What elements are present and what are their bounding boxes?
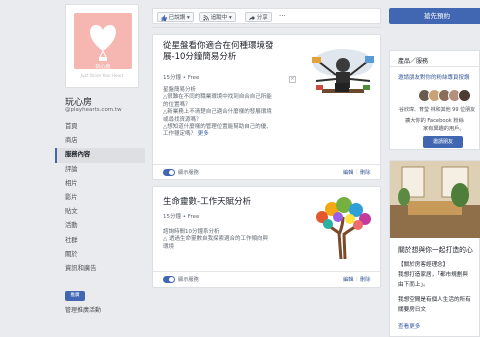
rss-feed-icon — [203, 14, 209, 21]
nav-item-events[interactable]: 活動 — [55, 219, 145, 233]
see-more-link[interactable]: 查看更多 — [398, 322, 420, 330]
edit-service-link[interactable]: 編輯 — [343, 276, 353, 283]
nav-item-shop[interactable]: 商店 — [55, 134, 145, 148]
nav-item-home[interactable]: 首頁 — [55, 120, 145, 134]
page-logo: 玩心房 — [74, 13, 132, 70]
description-line-last: 工作穩定嗎？ 更多 — [163, 131, 272, 138]
logo-tagline: Just Share Your Heart — [80, 73, 124, 78]
about-headline: 關於想與你一起打造的心 — [398, 246, 473, 254]
service-title[interactable]: 生命靈數-工作天賦分析 — [163, 197, 251, 208]
service-card: 生命靈數-工作天賦分析 15分鐘 • Free 諮詢時間10分鐘系分析 △ 透過… — [152, 186, 381, 288]
about-card: 關於想與你一起打造的心 【關於房客經理念】 我想打造家居，「都市規劃與 由下而上… — [389, 160, 480, 337]
chevron-down-icon: ▾ — [229, 15, 232, 21]
nav-item-info-and-ads[interactable]: 資訊和廣告 — [55, 262, 145, 276]
heart-balloon-icon — [90, 25, 116, 61]
grow-audience-text: 擴大你的 Facebook 粉絲 — [405, 118, 464, 124]
close-icon[interactable]: × — [289, 76, 296, 83]
divider — [153, 271, 380, 272]
service-description: 星盤簡易分析 △很難在不同的職業環境中找到自合自己所能 的位置嗎？ △新業務上不… — [163, 87, 272, 139]
page-action-bar: 已說讚 ▾ 追蹤中 ▾ 分享 ··· — [152, 8, 381, 24]
delete-service-link[interactable]: 刪除 — [360, 169, 370, 176]
friends-who-like-text: 谷欣瑋、育瑩 林和其他 99 位朋友 — [399, 107, 476, 113]
divider — [390, 66, 479, 67]
liked-button[interactable]: 已說讚 ▾ — [157, 12, 194, 22]
page-profile-picture[interactable]: 玩心房 Just Share Your Heart — [65, 4, 139, 88]
office-worker-illustration — [308, 43, 378, 113]
edit-service-link[interactable]: 編輯 — [343, 169, 353, 176]
about-text-line: 由下而上」。 — [398, 282, 429, 288]
show-service-label: 顯示服務 — [178, 277, 199, 283]
following-button-label: 追蹤中 — [210, 15, 228, 21]
delete-service-link[interactable]: 刪除 — [360, 276, 370, 283]
community-card: 產品／服務 邀請朋友對你的粉絲專頁按讚 谷欣瑋、育瑩 林和其他 99 位朋友 擴… — [389, 50, 480, 150]
about-text-line: 我想空間是有個人生活的所有 — [398, 297, 471, 303]
show-service-toggle[interactable] — [163, 169, 175, 176]
service-description: 諮詢時間10分鐘系分析 △ 透過生命靈數自我探索適合的工作傾向與 環境 — [163, 229, 268, 251]
description-line: 工作穩定嗎？ — [163, 131, 197, 138]
nav-item-posts[interactable]: 貼文 — [55, 205, 145, 219]
about-text-line: 【關於房客經理念】 — [398, 262, 449, 268]
description-line: 環境 — [163, 243, 175, 250]
service-card: 從星盤看你適合在何種環境發 展-10分鐘簡易分析 15分鐘 • Free × 星… — [152, 34, 381, 180]
more-link[interactable]: 更多 — [198, 131, 209, 137]
share-arrow-icon — [249, 15, 255, 21]
avatar[interactable] — [458, 89, 471, 102]
divider — [153, 164, 380, 165]
service-title-line: 展-10分鐘簡易分析 — [163, 52, 237, 62]
left-column: 玩心房 Just Share Your Heart 玩心房 @playheart… — [55, 0, 145, 337]
nav-item-services[interactable]: 服務內容 — [55, 148, 145, 163]
following-button[interactable]: 追蹤中 ▾ — [199, 12, 236, 22]
room-photo[interactable] — [390, 161, 480, 238]
chevron-down-icon: ▾ — [187, 15, 190, 21]
invite-friends-button[interactable]: 邀請朋友 — [423, 136, 463, 148]
about-text-line: 關要房日文 — [398, 307, 426, 313]
tree-illustration — [308, 195, 378, 261]
service-duration-price: 15分鐘 • Free — [163, 214, 200, 220]
description-line: △ 透過生命靈數自我探索適合的工作傾向與 — [163, 236, 268, 243]
nav-item-community[interactable]: 社群 — [55, 234, 145, 248]
service-duration-price: 15分鐘 • Free — [163, 75, 200, 81]
grow-audience-text-2: 家有興趣的用戶。 — [423, 126, 465, 132]
service-title[interactable]: 從星盤看你適合在何種環境發 展-10分鐘簡易分析 — [163, 41, 274, 63]
community-card-header: 產品／服務 — [398, 58, 429, 65]
room-illustration — [390, 161, 480, 238]
show-service-toggle[interactable] — [163, 276, 175, 283]
nav-item-photos[interactable]: 相片 — [55, 177, 145, 191]
nav-item-reviews[interactable]: 評論 — [55, 163, 145, 177]
manage-promotions-link[interactable]: 管理推廣活動 — [65, 305, 101, 314]
promote-button[interactable]: 推廣 — [65, 291, 85, 301]
invite-friends-link[interactable]: 邀請朋友對你的粉絲專頁按讚 — [398, 73, 470, 81]
more-options-button[interactable]: ··· — [275, 12, 290, 22]
separator: | — [356, 169, 358, 175]
description-line: △很難在不同的職業環境中找到自合自己所能 — [163, 94, 272, 101]
divider — [152, 27, 381, 28]
page-username[interactable]: @playhearts.com.tw — [65, 107, 122, 113]
book-now-button[interactable]: 搶先預約 — [389, 8, 480, 24]
share-button-label: 分享 — [256, 15, 268, 21]
service-image[interactable] — [308, 195, 378, 261]
page-navigation: 首頁 商店 服務內容 評論 相片 影片 貼文 活動 社群 關於 資訊和廣告 — [55, 120, 145, 276]
description-line: △新業務上不清楚自己適合什麼樣的發展環境 — [163, 109, 272, 116]
liked-button-label: 已說讚 — [168, 15, 186, 21]
service-title-line: 從星盤看你適合在何種環境發 — [163, 41, 274, 51]
separator: | — [356, 276, 358, 282]
about-text-line: 我想打造家居，「都市規劃與 — [398, 272, 468, 278]
nav-item-videos[interactable]: 影片 — [55, 191, 145, 205]
logo-brand-text: 玩心房 — [95, 64, 111, 70]
service-image[interactable] — [308, 43, 378, 113]
thumbs-up-icon — [161, 14, 167, 21]
nav-item-about[interactable]: 關於 — [55, 248, 145, 262]
share-button[interactable]: 分享 — [245, 12, 272, 22]
show-service-label: 顯示服務 — [178, 170, 199, 176]
description-line: 或尋找資源嗎？ — [163, 116, 202, 123]
